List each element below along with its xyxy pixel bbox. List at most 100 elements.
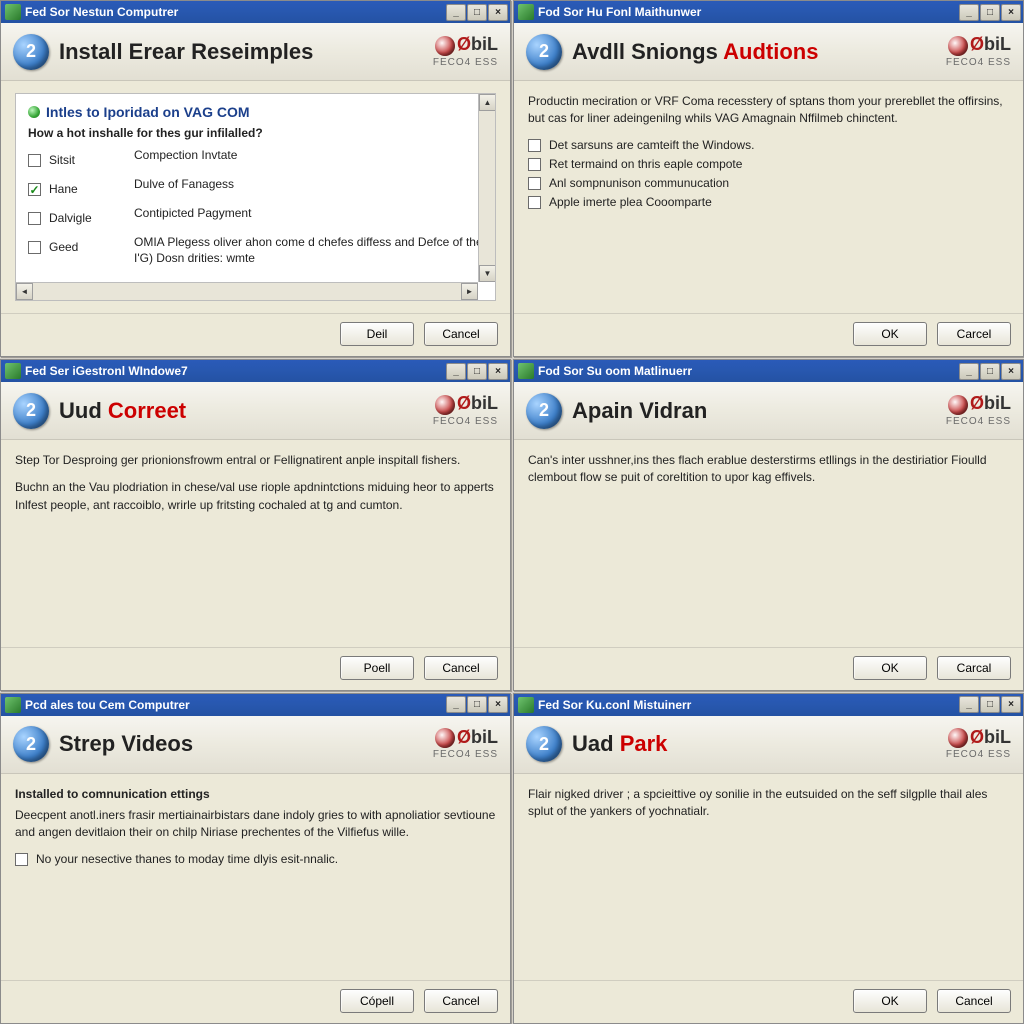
minimize-button[interactable]: _: [959, 363, 979, 380]
scroll-left-icon[interactable]: ◄: [16, 283, 33, 300]
window-title: Fed Sor Ku.conl Mistuinerr: [538, 698, 958, 712]
option-desc: OMIA Plegess oliver ahon come d chefes d…: [134, 235, 483, 266]
brand-sphere-icon: [948, 395, 968, 415]
minimize-button[interactable]: _: [959, 696, 979, 713]
dialog-header: 2 Uud Correet ØbiL FECO4 ESS: [1, 382, 510, 440]
app-icon: [518, 4, 534, 20]
brand-logo-block: ØbiL FECO4 ESS: [433, 728, 498, 760]
option-desc: Dulve of Fanagess: [134, 177, 483, 201]
paragraph: Deecpent anotl.iners frasir mertiainairb…: [15, 807, 496, 842]
checkbox-sitsit[interactable]: [28, 154, 41, 167]
brand-sphere-icon: [435, 728, 455, 748]
brand-logo-block: ØbiL FECO4 ESS: [433, 35, 498, 67]
scroll-right-icon[interactable]: ►: [461, 283, 478, 300]
ok-button[interactable]: OK: [853, 656, 927, 680]
window-title: Fed Sor Nestun Computrer: [25, 5, 445, 19]
dialog-header: 2 Apain Vidran ØbiL FECO4 ESS: [514, 382, 1023, 440]
checkbox-dalvigle[interactable]: [28, 212, 41, 225]
paragraph: Flair nigked driver ; a spcieittive oy s…: [528, 786, 1009, 821]
checkbox-cooomparte[interactable]: [528, 196, 541, 209]
app-icon: [518, 697, 534, 713]
window-title: Fod Sor Hu Fonl Maithunwer: [538, 5, 958, 19]
brand-sphere-icon: [948, 36, 968, 56]
option-desc: Contipicted Pagyment: [134, 206, 483, 230]
maximize-button[interactable]: □: [467, 696, 487, 713]
wizard-icon: 2: [13, 726, 49, 762]
titlebar[interactable]: Fod Sor Su oom Matlinuerr _ □ ×: [514, 360, 1023, 382]
horizontal-scrollbar[interactable]: ◄ ►: [16, 282, 478, 300]
maximize-button[interactable]: □: [467, 363, 487, 380]
titlebar[interactable]: Fed Sor Nestun Computrer _ □ ×: [1, 1, 510, 23]
checkbox-no-nesective[interactable]: [15, 853, 28, 866]
cancel-button[interactable]: Cancel: [937, 989, 1011, 1013]
maximize-button[interactable]: □: [980, 4, 1000, 21]
cancel-button[interactable]: Carcal: [937, 656, 1011, 680]
brand-sphere-icon: [435, 36, 455, 56]
primary-button[interactable]: Cópell: [340, 989, 414, 1013]
titlebar[interactable]: Fod Sor Hu Fonl Maithunwer _ □ ×: [514, 1, 1023, 23]
ok-button[interactable]: OK: [853, 989, 927, 1013]
maximize-button[interactable]: □: [980, 363, 1000, 380]
paragraph: Step Tor Desproing ger prionionsfrowm en…: [15, 452, 496, 469]
minimize-button[interactable]: _: [959, 4, 979, 21]
close-button[interactable]: ×: [488, 363, 508, 380]
window-apain-vidran: Fod Sor Su oom Matlinuerr _ □ × 2 Apain …: [513, 359, 1024, 691]
scroll-down-icon[interactable]: ▼: [479, 265, 496, 282]
minimize-button[interactable]: _: [446, 363, 466, 380]
dialog-header: 2 Install Erear Reseimples ØbiL FECO4 ES…: [1, 23, 510, 81]
dialog-header: 2 Uad Park ØbiL FECO4 ESS: [514, 716, 1023, 774]
minimize-button[interactable]: _: [446, 4, 466, 21]
maximize-button[interactable]: □: [980, 696, 1000, 713]
vertical-scrollbar[interactable]: ▲ ▼: [478, 94, 495, 282]
checkbox-geed[interactable]: [28, 241, 41, 254]
brand-logo-block: ØbiL FECO4 ESS: [946, 394, 1011, 426]
titlebar[interactable]: Pcd ales tou Cem Computrer _ □ ×: [1, 694, 510, 716]
cancel-button[interactable]: Cancel: [424, 656, 498, 680]
titlebar[interactable]: Fed Sor Ku.conl Mistuinerr _ □ ×: [514, 694, 1023, 716]
window-audtions: Fod Sor Hu Fonl Maithunwer _ □ × 2 Avdll…: [513, 0, 1024, 357]
minimize-button[interactable]: _: [446, 696, 466, 713]
cancel-button[interactable]: Carcel: [937, 322, 1011, 346]
close-button[interactable]: ×: [1001, 363, 1021, 380]
dialog-title: Install Erear Reseimples: [59, 39, 313, 65]
dialog-title: Strep Videos: [59, 731, 193, 757]
checkbox-hane[interactable]: [28, 183, 41, 196]
close-button[interactable]: ×: [1001, 696, 1021, 713]
question-label: How a hot inshalle for thes gur infilall…: [28, 126, 483, 140]
wizard-icon: 2: [526, 726, 562, 762]
app-icon: [5, 697, 21, 713]
primary-button[interactable]: Deil: [340, 322, 414, 346]
ok-button[interactable]: OK: [853, 322, 927, 346]
window-title: Pcd ales tou Cem Computrer: [25, 698, 445, 712]
primary-button[interactable]: Poell: [340, 656, 414, 680]
checkbox-communication[interactable]: [528, 177, 541, 190]
checkbox-compote[interactable]: [528, 158, 541, 171]
close-button[interactable]: ×: [488, 4, 508, 21]
titlebar[interactable]: Fed Ser iGestronl WIndowe7 _ □ ×: [1, 360, 510, 382]
brand-logo-block: ØbiL FECO4 ESS: [946, 35, 1011, 67]
brand-logo-block: ØbiL FECO4 ESS: [433, 394, 498, 426]
window-strep-videos: Pcd ales tou Cem Computrer _ □ × 2 Strep…: [0, 693, 511, 1024]
scroll-up-icon[interactable]: ▲: [479, 94, 496, 111]
section-heading: Intles to Iporidad on VAG COM: [46, 104, 250, 120]
app-icon: [518, 363, 534, 379]
dialog-header: 2 Avdll Sniongs Audtions ØbiL FECO4 ESS: [514, 23, 1023, 81]
paragraph: Buchn an the Vau plodriation in chese/va…: [15, 479, 496, 514]
section-heading: Installed to comnunication ettings: [15, 786, 496, 803]
checkbox-windows[interactable]: [528, 139, 541, 152]
wizard-icon: 2: [526, 34, 562, 70]
brand-sphere-icon: [948, 728, 968, 748]
close-button[interactable]: ×: [488, 696, 508, 713]
wizard-icon: 2: [13, 34, 49, 70]
app-icon: [5, 363, 21, 379]
window-uad-park: Fed Sor Ku.conl Mistuinerr _ □ × 2 Uad P…: [513, 693, 1024, 1024]
maximize-button[interactable]: □: [467, 4, 487, 21]
window-title: Fed Ser iGestronl WIndowe7: [25, 364, 445, 378]
options-panel: Intles to Iporidad on VAG COM How a hot …: [15, 93, 496, 301]
cancel-button[interactable]: Cancel: [424, 322, 498, 346]
intro-text: Productin meciration or VRF Coma recesst…: [528, 93, 1009, 128]
cancel-button[interactable]: Cancel: [424, 989, 498, 1013]
brand-sphere-icon: [435, 395, 455, 415]
close-button[interactable]: ×: [1001, 4, 1021, 21]
dialog-title: Apain Vidran: [572, 398, 707, 424]
